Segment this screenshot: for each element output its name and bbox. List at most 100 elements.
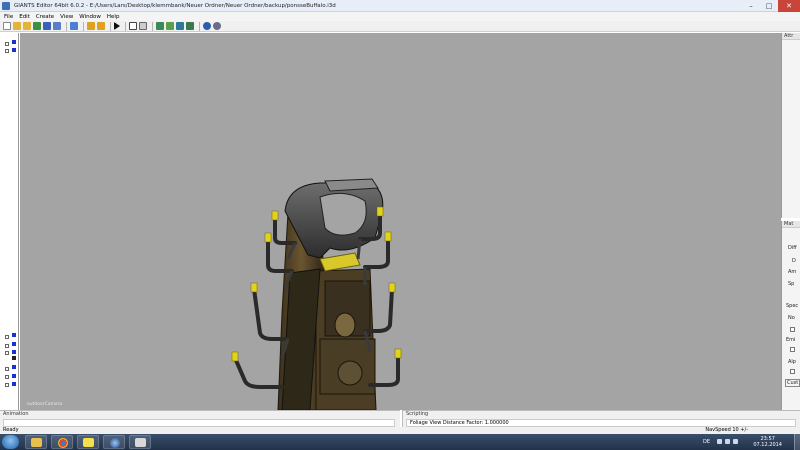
windows-start-icon[interactable] xyxy=(2,435,19,449)
status-text: Ready xyxy=(3,427,19,433)
toolbar-separator xyxy=(110,21,111,31)
menu-bar: File Edit Create View Window Help xyxy=(0,12,800,21)
scripting-panel-header: Scripting xyxy=(406,411,429,417)
menu-create[interactable]: Create xyxy=(36,14,54,20)
play-icon[interactable] xyxy=(114,22,120,30)
alpha-label: Alp xyxy=(788,359,796,365)
giants-editor-taskbar-button[interactable] xyxy=(129,435,151,449)
nav-speed-text: NavSpeed 10 +/- xyxy=(705,427,748,433)
scripting-panel: Scripting Foliage View Distance Factor: … xyxy=(402,410,800,427)
menu-help[interactable]: Help xyxy=(107,14,120,20)
giants-app-icon xyxy=(2,1,10,10)
minimize-icon[interactable]: – xyxy=(742,0,760,12)
tree-node-icon[interactable] xyxy=(12,382,16,386)
tree-expander[interactable] xyxy=(5,351,9,355)
media-player-taskbar-button[interactable] xyxy=(103,435,125,449)
sticky-notes-icon xyxy=(83,438,94,447)
menu-file[interactable]: File xyxy=(4,14,13,20)
save-as-icon[interactable] xyxy=(53,22,61,30)
script-output[interactable]: Foliage View Distance Factor: 1.000000 xyxy=(406,419,796,427)
language-indicator[interactable]: DE xyxy=(703,439,710,445)
tree-node-icon[interactable] xyxy=(12,350,16,354)
camera-label: outdoorCamera xyxy=(27,402,63,407)
select-icon[interactable] xyxy=(129,22,137,30)
tree-node-icon[interactable] xyxy=(12,333,16,337)
tree-node-icon[interactable] xyxy=(12,374,16,378)
diffuse-map-label: D xyxy=(792,258,796,264)
tree-expander[interactable] xyxy=(5,335,9,339)
maximize-icon[interactable]: □ xyxy=(760,0,778,12)
network-icon[interactable] xyxy=(725,439,730,444)
close-icon[interactable]: ✕ xyxy=(778,0,800,12)
undo-icon[interactable] xyxy=(87,22,95,30)
tree-expander[interactable] xyxy=(5,375,9,379)
save-icon[interactable] xyxy=(43,22,51,30)
gear-icon[interactable] xyxy=(213,22,221,30)
tree-expander[interactable] xyxy=(5,383,9,387)
import-icon[interactable] xyxy=(70,22,78,30)
tree-node-icon[interactable] xyxy=(12,40,16,44)
sticky-notes-taskbar-button[interactable] xyxy=(77,435,99,449)
tree-expander[interactable] xyxy=(5,367,9,371)
volume-icon[interactable] xyxy=(733,439,738,444)
explorer-taskbar-button[interactable] xyxy=(25,435,47,449)
emissive-label: Emi xyxy=(786,337,796,343)
menu-view[interactable]: View xyxy=(60,14,73,20)
specular-label: Sp xyxy=(788,281,795,287)
animation-panel-header: Animation xyxy=(3,411,29,417)
toolbar-separator xyxy=(66,21,67,31)
tree-node-icon[interactable] xyxy=(12,365,16,369)
menu-window[interactable]: Window xyxy=(79,14,101,20)
sculpt-icon[interactable] xyxy=(186,22,194,30)
attributes-panel-header: Attr xyxy=(782,33,800,40)
tree-expander[interactable] xyxy=(5,42,9,46)
tree-node-icon[interactable] xyxy=(12,48,16,52)
clock[interactable]: 23:57 07.12.2014 xyxy=(753,436,782,448)
new-file-icon[interactable] xyxy=(3,22,11,30)
toolbar xyxy=(0,21,800,32)
tree-node-icon[interactable] xyxy=(12,356,16,360)
open-folder-icon[interactable] xyxy=(13,22,21,30)
redo-icon[interactable] xyxy=(97,22,105,30)
move-icon[interactable] xyxy=(139,22,147,30)
tree-expander[interactable] xyxy=(5,49,9,53)
chrome-taskbar-button[interactable] xyxy=(51,435,73,449)
refresh-icon[interactable] xyxy=(33,22,41,30)
taskbar: DE 23:57 07.12.2014 xyxy=(0,434,800,450)
tree-node-icon[interactable] xyxy=(12,342,16,346)
material-panel-header: Mat xyxy=(782,221,800,228)
diffuse-label: Diff xyxy=(788,245,797,251)
status-bar: Ready NavSpeed 10 +/- xyxy=(0,427,800,434)
normal-label: No xyxy=(788,315,795,321)
animation-panel: Animation xyxy=(0,410,400,427)
window-title: GIANTS Editor 64bit 6.0.2 - E:/Users/Lar… xyxy=(14,2,336,9)
terrain-icon[interactable] xyxy=(156,22,164,30)
ambient-label: Am xyxy=(788,269,797,275)
title-bar: GIANTS Editor 64bit 6.0.2 - E:/Users/Lar… xyxy=(0,0,800,12)
foliage-icon[interactable] xyxy=(176,22,184,30)
toolbar-separator xyxy=(83,21,84,31)
specular-map-label: Spec xyxy=(786,303,799,309)
open-recent-icon[interactable] xyxy=(23,22,31,30)
explorer-icon xyxy=(31,438,42,447)
toolbar-separator xyxy=(199,21,200,31)
emissive-checkbox[interactable] xyxy=(790,347,795,352)
paint-icon[interactable] xyxy=(166,22,174,30)
material-panel: Mat Diff D Am Sp Spec No Emi Alp Cust xyxy=(781,221,800,410)
animation-track[interactable] xyxy=(3,419,395,427)
custom-shader-button[interactable]: Cust xyxy=(785,379,800,387)
tree-expander[interactable] xyxy=(5,344,9,348)
scenegraph-panel xyxy=(0,33,19,410)
giants-editor-icon xyxy=(135,438,146,447)
menu-edit[interactable]: Edit xyxy=(19,14,30,20)
attributes-panel: Attr xyxy=(781,33,800,218)
window-controls: – □ ✕ xyxy=(742,0,800,12)
3d-viewport[interactable]: outdoorCamera xyxy=(20,33,781,410)
toolbar-separator xyxy=(152,21,153,31)
tray-arrow-icon[interactable] xyxy=(717,439,722,444)
normal-checkbox[interactable] xyxy=(790,327,795,332)
settings-icon[interactable] xyxy=(203,22,211,30)
show-desktop-button[interactable] xyxy=(794,434,800,450)
clock-date: 07.12.2014 xyxy=(753,442,782,448)
alpha-checkbox[interactable] xyxy=(790,369,795,374)
